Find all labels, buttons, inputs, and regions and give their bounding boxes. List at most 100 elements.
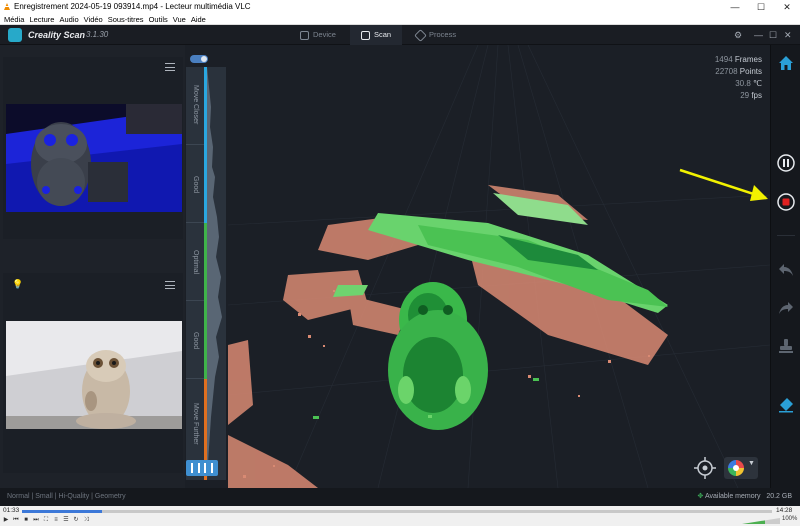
app-header: Creality Scan 3.1.30 Device Scan Process…	[0, 25, 800, 45]
previous-icon[interactable]: ⏮	[12, 516, 20, 524]
memory-value: 20.2 GB	[766, 493, 792, 500]
app-close-button[interactable]: ✕	[784, 28, 792, 42]
memory-icon: ✥	[697, 493, 704, 500]
tab-scan[interactable]: Scan	[350, 25, 402, 45]
extended-settings-icon[interactable]: ≡	[52, 516, 60, 524]
home-button[interactable]	[776, 53, 796, 73]
close-button[interactable]: ✕	[774, 0, 800, 14]
seek-bar[interactable]	[22, 510, 772, 513]
color-camera-card: 💡	[3, 273, 183, 473]
next-icon[interactable]: ⏭	[32, 516, 40, 524]
play-icon[interactable]: ▶	[2, 516, 10, 524]
distance-meter: Move Closer Good Optimal Good Move Furth…	[186, 67, 226, 480]
undo-icon	[779, 264, 793, 276]
stop-icon[interactable]: ■	[22, 516, 30, 524]
depth-camera-menu-icon[interactable]	[165, 62, 175, 72]
zone-good-far: Good	[186, 301, 204, 379]
window-title: Enregistrement 2024-05-19 093914.mp4 - L…	[14, 2, 251, 11]
meter-label-good-far: Good	[192, 332, 199, 350]
toolbar-divider	[777, 235, 795, 236]
volume-slider[interactable]	[742, 518, 780, 524]
menu-tools[interactable]: Outils	[149, 14, 168, 24]
scan-icon	[360, 30, 370, 40]
fullscreen-icon[interactable]: ⛶	[42, 516, 50, 524]
depth-camera-feed	[6, 104, 182, 212]
tab-scan-label: Scan	[373, 30, 392, 39]
meter-label-move-further: Move Further	[192, 403, 199, 445]
stamp-icon	[779, 339, 793, 353]
app-minimize-button[interactable]: —	[754, 28, 763, 42]
seek-bar-fill	[22, 510, 103, 513]
process-icon	[414, 28, 427, 42]
settings-icon[interactable]: ⚙	[734, 28, 742, 42]
menu-playback[interactable]: Lecture	[29, 14, 54, 24]
meter-label-good-near: Good	[192, 176, 199, 194]
meter-scale-icon[interactable]	[186, 460, 218, 476]
vlc-menu-bar: Média Lecture Audio Vidéo Sous-titres Ou…	[0, 14, 800, 25]
color-camera-feed	[6, 321, 182, 429]
menu-subtitles[interactable]: Sous-titres	[108, 14, 144, 24]
menu-help[interactable]: Aide	[191, 14, 206, 24]
volume-percent: 100%	[782, 516, 798, 522]
annotation-arrow	[679, 168, 768, 201]
scan-mode-text: Normal | Small | Hi-Quality | Geometry	[7, 493, 126, 500]
depth-camera-card	[3, 57, 183, 239]
memory-indicator: ✥ Available memory 20.2 GB	[698, 488, 792, 506]
right-toolbar	[770, 45, 800, 488]
menu-video[interactable]: Vidéo	[84, 14, 103, 24]
meter-label-move-closer: Move Closer	[192, 85, 199, 125]
pause-button[interactable]	[776, 153, 796, 173]
app-version: 3.1.30	[86, 30, 109, 39]
app-logo-icon	[8, 28, 22, 42]
color-mode-button[interactable]: ▼	[724, 457, 758, 479]
record-stop-icon	[777, 193, 795, 211]
device-icon	[300, 30, 309, 40]
undo-button[interactable]	[776, 260, 796, 280]
zone-move-closer: Move Closer	[186, 67, 204, 145]
screen: Enregistrement 2024-05-19 093914.mp4 - L…	[0, 0, 800, 526]
menu-audio[interactable]: Audio	[59, 14, 78, 24]
playlist-icon[interactable]: ☰	[62, 516, 70, 524]
eraser-button[interactable]	[776, 395, 796, 415]
vlc-controls: 01:33 14:28 ▶ ⏮ ■ ⏭ ⛶ ≡ ☰ ↻ ⤨ 100%	[0, 506, 800, 526]
status-bar: Normal | Small | Hi-Quality | Geometry ✥…	[0, 488, 800, 506]
scan-stats: 1494 Frames 22708 Points 30.8 ℃ 29 fps	[715, 54, 762, 102]
maximize-button[interactable]: ☐	[748, 0, 774, 14]
app-maximize-button[interactable]: ☐	[769, 28, 777, 42]
color-wheel-icon	[728, 460, 744, 476]
meter-toggle[interactable]	[190, 55, 208, 63]
memory-label: Available memory	[704, 493, 761, 500]
tab-device[interactable]: Device	[300, 25, 352, 45]
stamp-button[interactable]	[776, 336, 796, 356]
zone-good-near: Good	[186, 145, 204, 223]
points-stat: 22708 Points	[715, 67, 762, 76]
temperature-stat: 30.8 ℃	[735, 79, 762, 88]
color-camera-menu-icon[interactable]	[165, 280, 175, 290]
crosshair-icon[interactable]	[694, 457, 716, 479]
redo-icon	[779, 302, 793, 314]
shuffle-icon[interactable]: ⤨	[82, 516, 90, 524]
camera-panel: 💡	[0, 45, 185, 488]
app-name: Creality Scan	[28, 30, 86, 40]
light-bulb-icon[interactable]: 💡	[12, 279, 23, 290]
stop-record-button[interactable]	[776, 192, 796, 212]
tab-device-label: Device	[313, 30, 336, 39]
vlc-title-bar: Enregistrement 2024-05-19 093914.mp4 - L…	[0, 0, 800, 14]
home-icon	[779, 56, 793, 70]
redo-button[interactable]	[776, 298, 796, 318]
menu-media[interactable]: Média	[4, 14, 24, 24]
scan-viewport[interactable]: 1494 Frames 22708 Points 30.8 ℃ 29 fps ▼	[228, 45, 770, 488]
tab-process[interactable]: Process	[414, 25, 476, 45]
zone-optimal: Optimal	[186, 223, 204, 301]
tab-process-label: Process	[429, 30, 457, 39]
eraser-icon	[779, 398, 793, 413]
depth-histogram	[207, 67, 222, 480]
loop-icon[interactable]: ↻	[72, 516, 80, 524]
chevron-down-icon: ▼	[748, 460, 755, 467]
time-current: 01:33	[3, 507, 20, 514]
menu-view[interactable]: Vue	[173, 14, 186, 24]
minimize-button[interactable]: —	[722, 0, 748, 14]
point-cloud-canvas[interactable]	[228, 45, 770, 488]
time-total: 14:28	[776, 507, 793, 514]
vlc-cone-icon	[4, 3, 10, 10]
